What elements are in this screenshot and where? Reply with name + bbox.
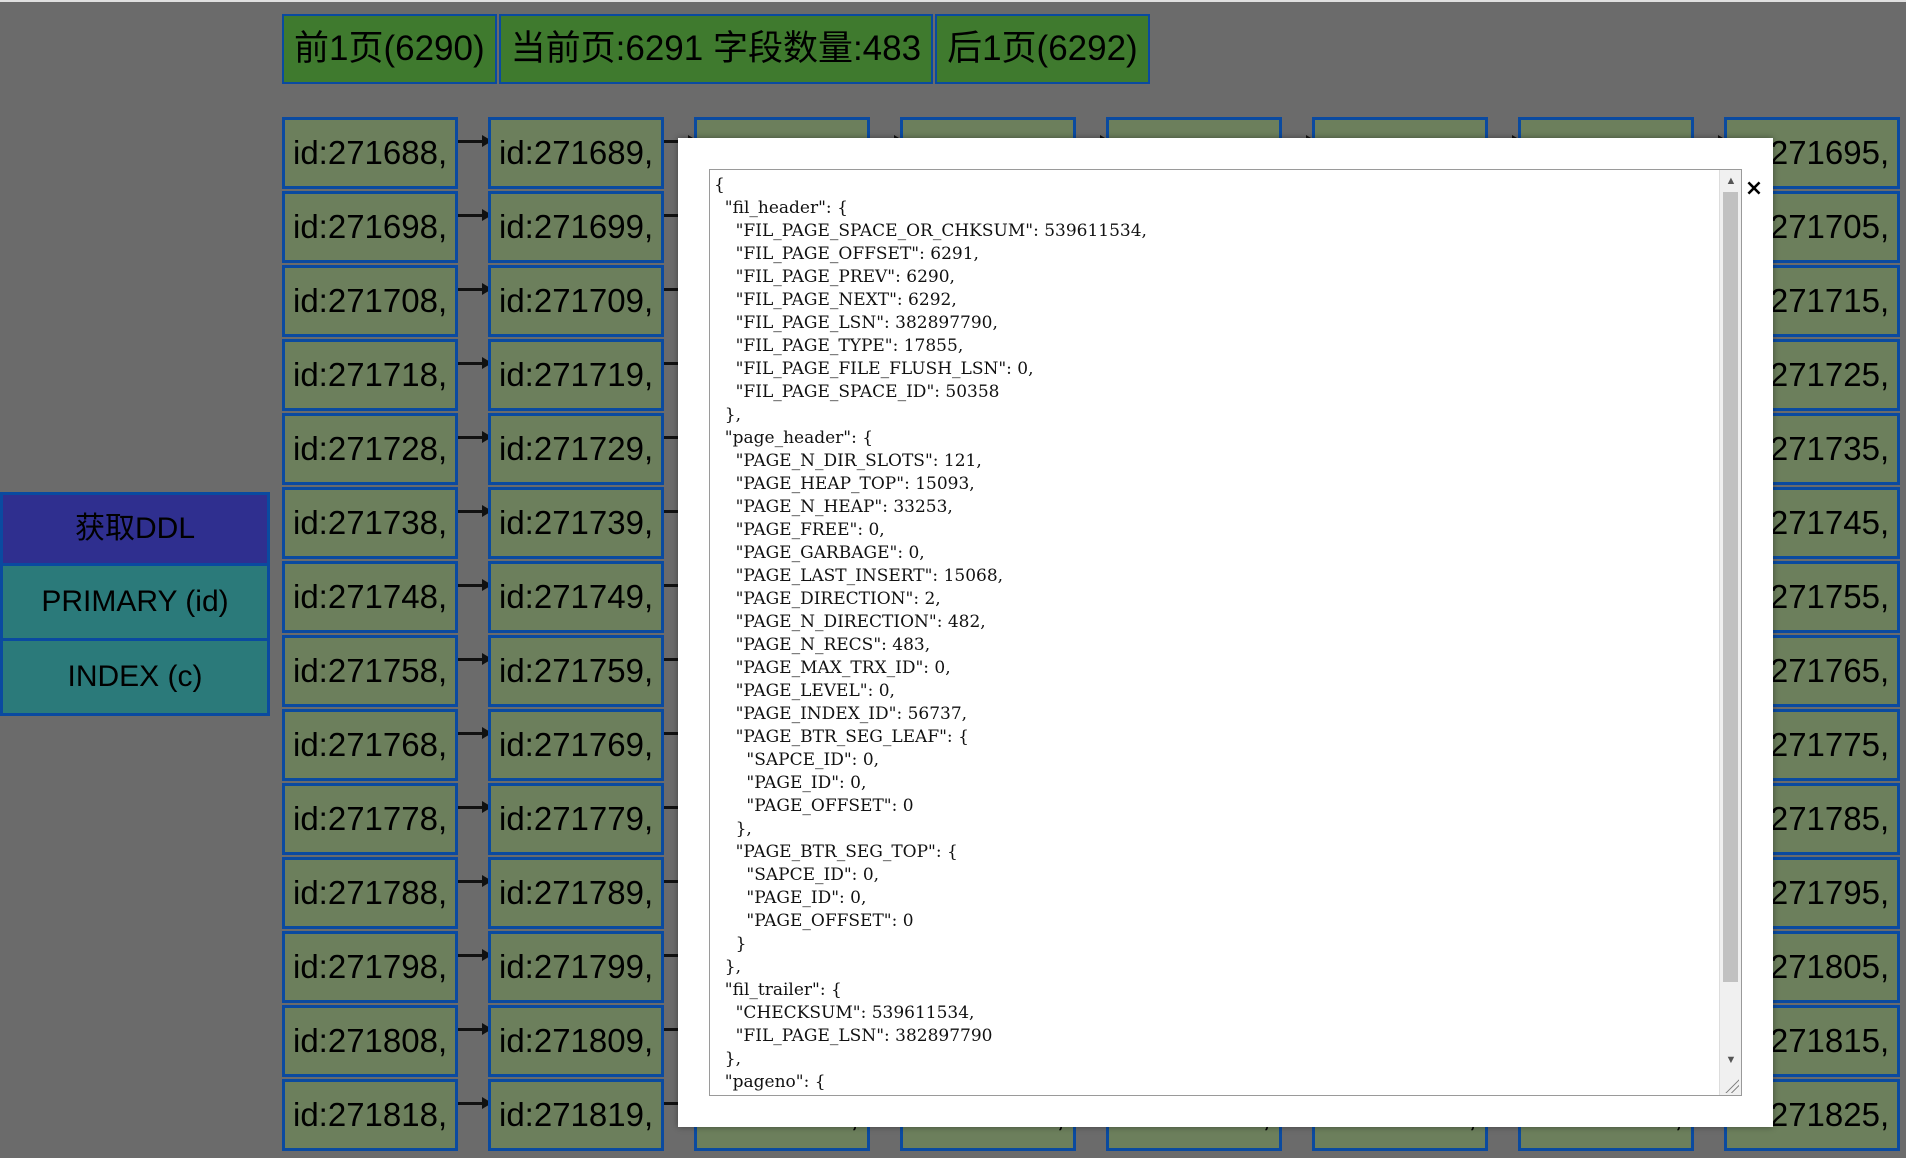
side-menu: 获取DDL PRIMARY (id) INDEX (c) — [0, 492, 270, 716]
record-cell[interactable]: id:271708, — [282, 265, 458, 337]
next-record-arrow-icon — [458, 209, 492, 221]
secondary-index-button[interactable]: INDEX (c) — [0, 641, 270, 716]
next-record-arrow-icon — [458, 1097, 492, 1109]
current-page-info: 当前页:6291 字段数量:483 — [498, 14, 934, 84]
next-record-arrow-icon — [458, 135, 492, 147]
json-content: { "fil_header": { "FIL_PAGE_SPACE_OR_CHK… — [714, 175, 1147, 1092]
next-record-arrow-icon — [458, 579, 492, 591]
record-cell[interactable]: id:271738, — [282, 487, 458, 559]
resize-handle-icon[interactable] — [1725, 1079, 1739, 1093]
scroll-down-icon[interactable]: ▼ — [1720, 1051, 1741, 1069]
next-record-arrow-icon — [458, 357, 492, 369]
close-icon[interactable]: × — [1743, 178, 1765, 200]
next-record-arrow-icon — [458, 875, 492, 887]
record-cell[interactable]: id:271809, — [488, 1005, 664, 1077]
record-cell[interactable]: id:271699, — [488, 191, 664, 263]
record-cell[interactable]: id:271729, — [488, 413, 664, 485]
record-cell[interactable]: id:271808, — [282, 1005, 458, 1077]
record-cell[interactable]: id:271719, — [488, 339, 664, 411]
prev-page-button[interactable]: 前1页(6290) — [282, 14, 497, 84]
next-record-arrow-icon — [458, 431, 492, 443]
record-cell[interactable]: id:271788, — [282, 857, 458, 929]
page-detail-modal: { "fil_header": { "FIL_PAGE_SPACE_OR_CHK… — [678, 138, 1773, 1127]
next-record-arrow-icon — [458, 1023, 492, 1035]
next-record-arrow-icon — [458, 653, 492, 665]
primary-index-button[interactable]: PRIMARY (id) — [0, 566, 270, 641]
record-cell[interactable]: id:271798, — [282, 931, 458, 1003]
next-record-arrow-icon — [458, 283, 492, 295]
record-cell[interactable]: id:271779, — [488, 783, 664, 855]
next-record-arrow-icon — [458, 505, 492, 517]
scroll-up-icon[interactable]: ▲ — [1720, 172, 1741, 190]
top-border — [0, 0, 1906, 2]
record-cell[interactable]: id:271739, — [488, 487, 664, 559]
record-cell[interactable]: id:271778, — [282, 783, 458, 855]
record-cell[interactable]: id:271799, — [488, 931, 664, 1003]
record-cell[interactable]: id:271688, — [282, 117, 458, 189]
record-cell[interactable]: id:271718, — [282, 339, 458, 411]
page-navigation: 前1页(6290) 当前页:6291 字段数量:483 后1页(6292) — [282, 14, 1150, 88]
record-cell[interactable]: id:271748, — [282, 561, 458, 633]
scrollbar-thumb[interactable] — [1723, 192, 1738, 982]
record-cell[interactable]: id:271689, — [488, 117, 664, 189]
next-page-button[interactable]: 后1页(6292) — [935, 14, 1150, 84]
record-cell[interactable]: id:271789, — [488, 857, 664, 929]
record-cell[interactable]: id:271819, — [488, 1079, 664, 1151]
record-cell[interactable]: id:271698, — [282, 191, 458, 263]
record-cell[interactable]: id:271758, — [282, 635, 458, 707]
record-cell[interactable]: id:271749, — [488, 561, 664, 633]
record-cell[interactable]: id:271769, — [488, 709, 664, 781]
record-cell[interactable]: id:271728, — [282, 413, 458, 485]
vertical-scrollbar[interactable]: ▲ ▼ — [1719, 170, 1741, 1095]
record-cell[interactable]: id:271709, — [488, 265, 664, 337]
record-cell[interactable]: id:271818, — [282, 1079, 458, 1151]
record-cell[interactable]: id:271768, — [282, 709, 458, 781]
json-textarea[interactable]: { "fil_header": { "FIL_PAGE_SPACE_OR_CHK… — [709, 169, 1742, 1096]
record-cell[interactable]: id:271759, — [488, 635, 664, 707]
get-ddl-button[interactable]: 获取DDL — [0, 492, 270, 566]
next-record-arrow-icon — [458, 801, 492, 813]
next-record-arrow-icon — [458, 949, 492, 961]
next-record-arrow-icon — [458, 727, 492, 739]
